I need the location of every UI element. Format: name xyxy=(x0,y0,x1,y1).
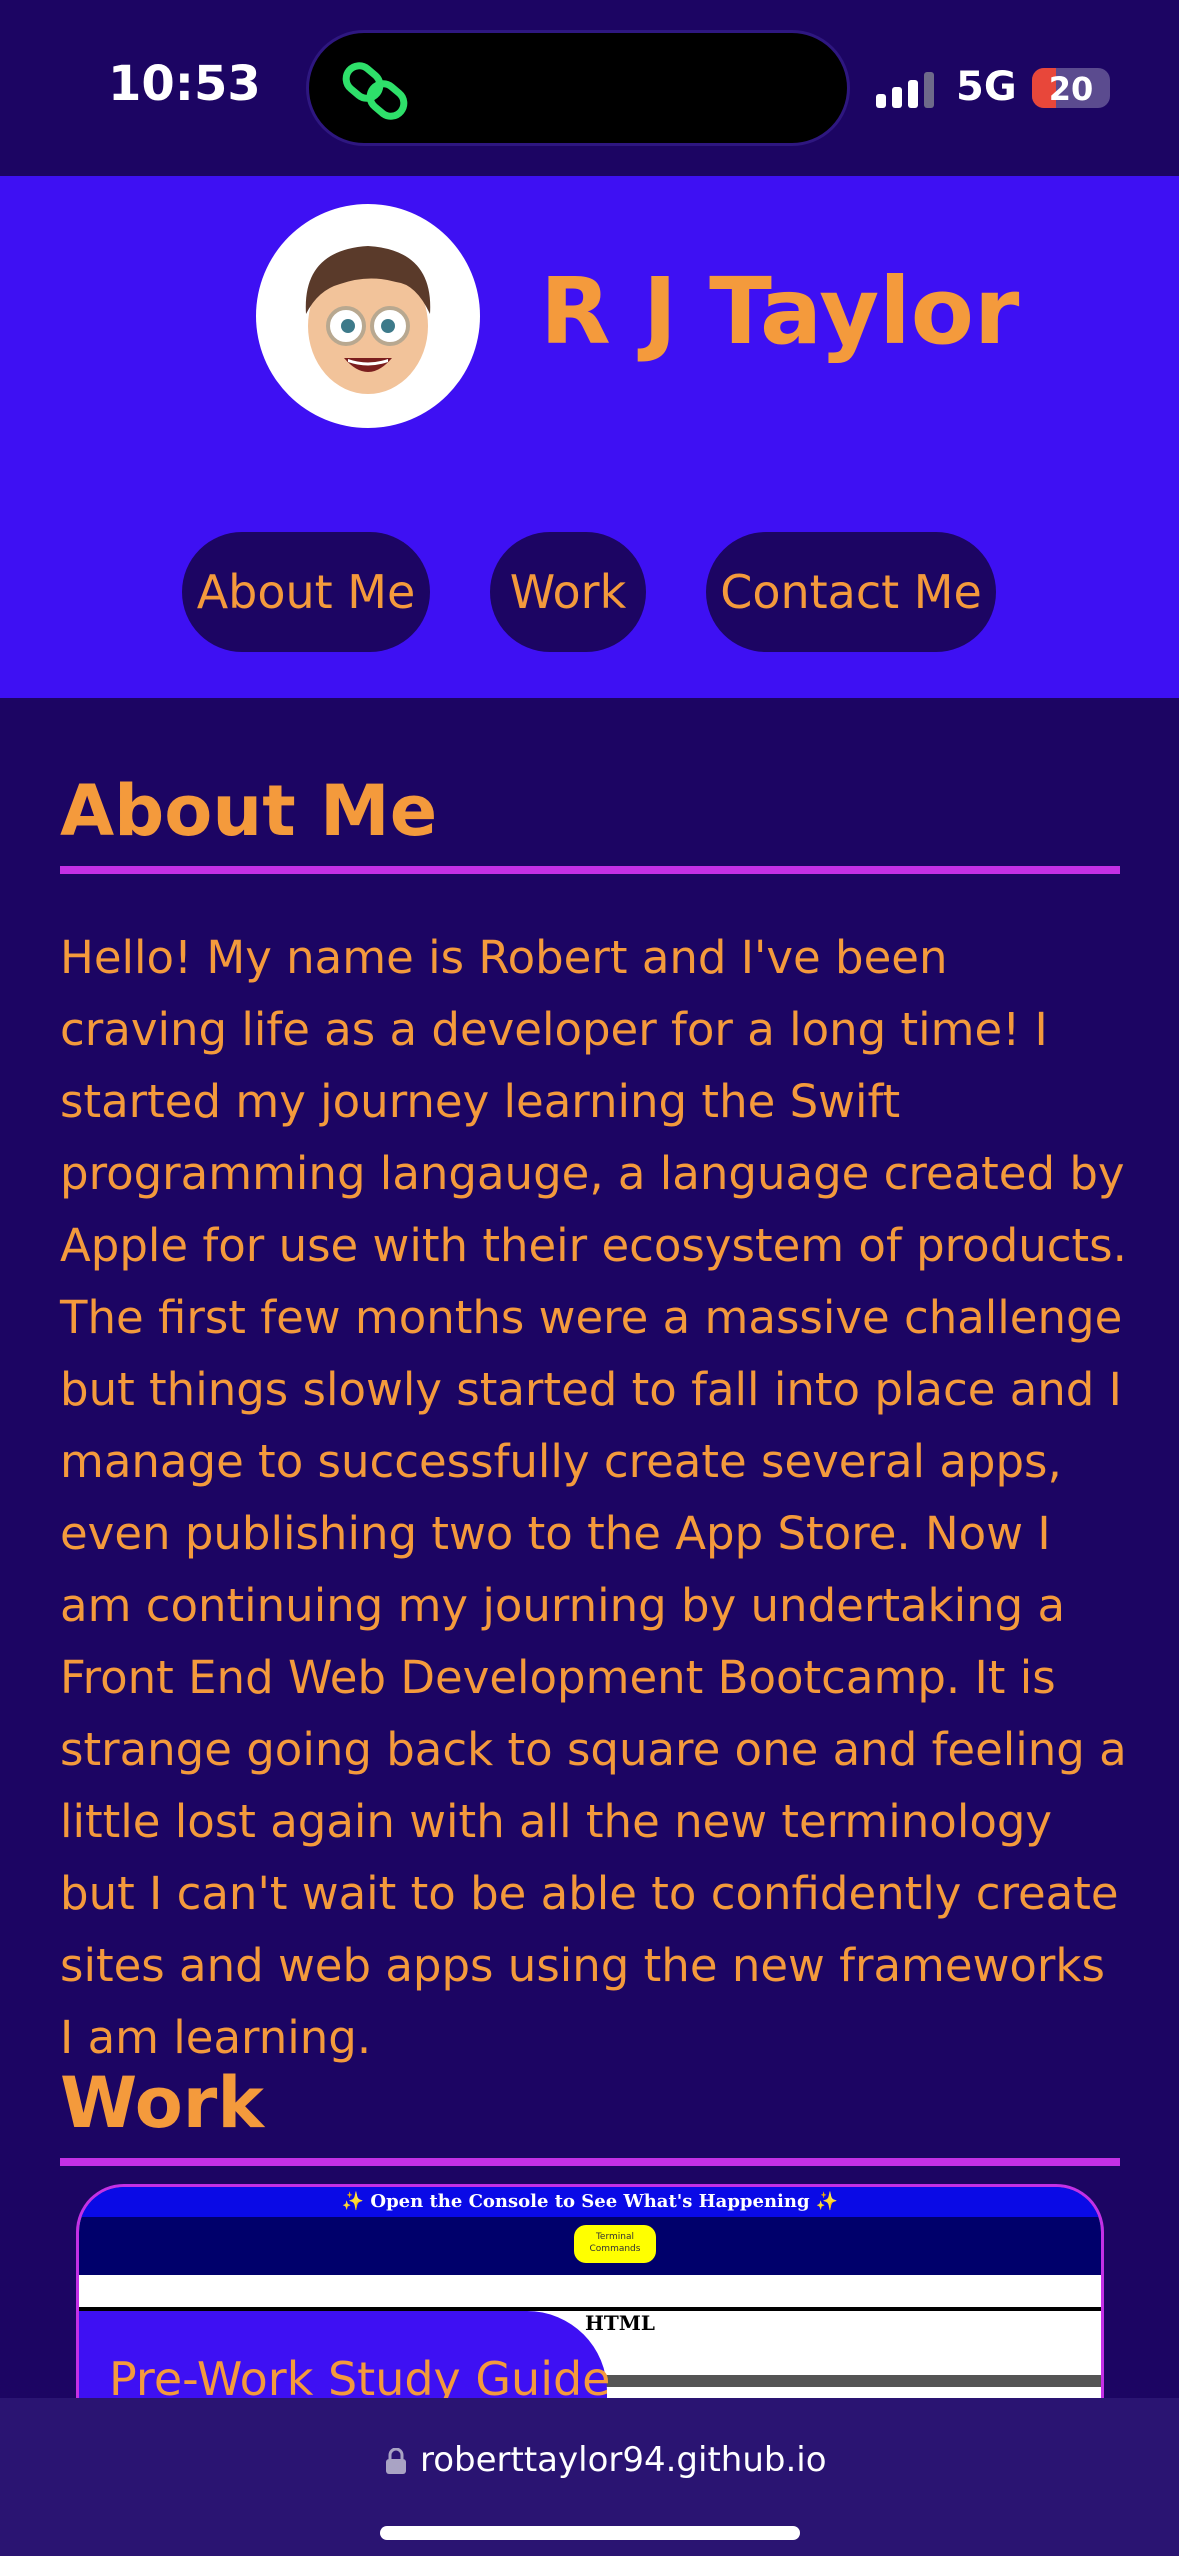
memoji-avatar-icon xyxy=(305,246,431,394)
screenshot-terminal-button: Terminal Commands xyxy=(574,2225,656,2263)
home-indicator[interactable] xyxy=(380,2526,800,2540)
signal-icon xyxy=(876,72,934,108)
about-divider xyxy=(60,866,1120,874)
screenshot-title: ✨ Open the Console to See What's Happeni… xyxy=(79,2187,1101,2217)
status-time: 10:53 xyxy=(108,56,261,112)
battery-icon: 20 xyxy=(1032,68,1110,108)
work-divider xyxy=(60,2158,1120,2166)
network-label: 5G xyxy=(956,64,1017,110)
about-heading: About Me xyxy=(60,770,438,852)
battery-level: 20 xyxy=(1048,70,1094,108)
lock-icon xyxy=(386,2448,406,2474)
url-text[interactable]: roberttaylor94.github.io xyxy=(420,2440,827,2480)
site-title: R J Taylor xyxy=(540,258,1020,365)
avatar xyxy=(256,204,480,428)
browser-address-bar[interactable]: roberttaylor94.github.io xyxy=(0,2398,1179,2556)
nav-about-me-button[interactable]: About Me xyxy=(182,532,430,652)
nav-work-button[interactable]: Work xyxy=(490,532,646,652)
dynamic-island xyxy=(306,30,850,146)
work-heading: Work xyxy=(60,2062,264,2144)
site-header: R J Taylor About Me Work Contact Me xyxy=(0,176,1179,698)
screenshot-html-label: HTML xyxy=(585,2311,655,2335)
nav-contact-me-button[interactable]: Contact Me xyxy=(706,532,996,652)
about-paragraph: Hello! My name is Robert and I've been c… xyxy=(60,931,1127,2064)
main-nav: About Me Work Contact Me xyxy=(0,532,1179,652)
link-icon xyxy=(342,62,408,120)
status-bar: 10:53 5G 20 xyxy=(0,0,1179,176)
